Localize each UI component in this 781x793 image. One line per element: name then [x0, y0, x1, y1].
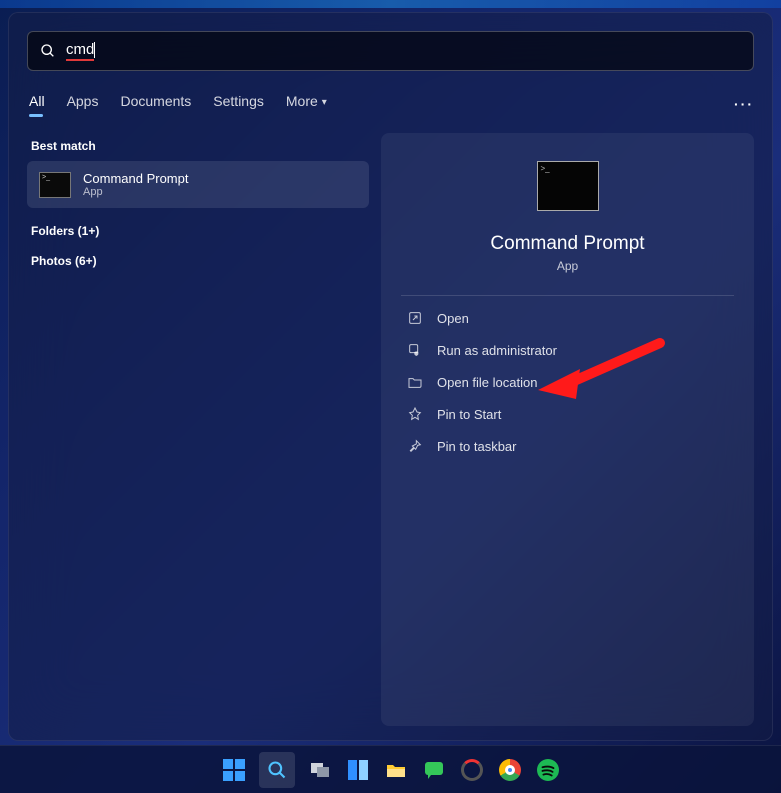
results-column: Best match Command Prompt App Folders (1…	[27, 133, 369, 726]
admin-shield-icon	[407, 342, 423, 358]
taskbar-widgets[interactable]	[345, 757, 371, 783]
spotify-icon	[537, 759, 559, 781]
cmd-icon	[39, 172, 71, 198]
action-label: Open	[437, 311, 469, 326]
taskbar-chat[interactable]	[421, 757, 447, 783]
taskbar	[0, 745, 781, 793]
pin-icon	[407, 406, 423, 422]
widgets-icon	[346, 758, 370, 782]
search-icon	[40, 43, 56, 59]
best-match-heading: Best match	[31, 139, 369, 153]
loading-ring-icon	[461, 759, 483, 781]
divider	[401, 295, 734, 296]
tab-documents[interactable]: Documents	[120, 93, 191, 115]
taskbar-app-generic[interactable]	[459, 757, 485, 783]
windows-logo-icon	[223, 759, 245, 781]
action-pin-start[interactable]: Pin to Start	[401, 398, 734, 430]
preview-pane: Command Prompt App Open Run as administr…	[381, 133, 754, 726]
search-input[interactable]: cmd	[66, 41, 741, 61]
action-open[interactable]: Open	[401, 302, 734, 334]
preview-title: Command Prompt	[490, 233, 644, 255]
action-open-location[interactable]: Open file location	[401, 366, 734, 398]
tab-all[interactable]: All	[29, 93, 45, 115]
taskbar-taskview[interactable]	[307, 757, 333, 783]
result-subtitle: App	[83, 186, 188, 198]
chevron-down-icon: ▾	[322, 97, 327, 108]
category-folders[interactable]: Folders (1+)	[31, 224, 365, 238]
action-label: Run as administrator	[437, 343, 557, 358]
overflow-menu-button[interactable]: ···	[734, 96, 754, 112]
chat-icon	[422, 758, 446, 782]
tab-more[interactable]: More▾	[286, 93, 327, 115]
action-label: Pin to Start	[437, 407, 501, 422]
open-icon	[407, 310, 423, 326]
taskbar-explorer[interactable]	[383, 757, 409, 783]
start-search-panel: cmd All Apps Documents Settings More▾ ··…	[8, 12, 773, 741]
window-top-stripe	[0, 0, 781, 8]
filter-tabs: All Apps Documents Settings More▾ ···	[29, 93, 754, 115]
search-box[interactable]: cmd	[27, 31, 754, 71]
result-title: Command Prompt	[83, 171, 188, 186]
taskview-icon	[308, 758, 332, 782]
action-label: Open file location	[437, 375, 537, 390]
taskbar-start[interactable]	[221, 757, 247, 783]
folder-icon	[407, 374, 423, 390]
action-run-admin[interactable]: Run as administrator	[401, 334, 734, 366]
chrome-icon	[499, 759, 521, 781]
category-photos[interactable]: Photos (6+)	[31, 254, 365, 268]
folder-icon	[384, 758, 408, 782]
preview-app-icon	[537, 161, 599, 211]
best-match-result[interactable]: Command Prompt App	[27, 161, 369, 208]
action-pin-taskbar[interactable]: Pin to taskbar	[401, 430, 734, 462]
pin-icon	[407, 438, 423, 454]
taskbar-search[interactable]	[259, 752, 295, 788]
taskbar-spotify[interactable]	[535, 757, 561, 783]
actions-list: Open Run as administrator Open file loca…	[401, 302, 734, 462]
tab-apps[interactable]: Apps	[67, 93, 99, 115]
action-label: Pin to taskbar	[437, 439, 517, 454]
tab-settings[interactable]: Settings	[213, 93, 264, 115]
search-icon	[267, 760, 287, 780]
preview-subtitle: App	[557, 259, 578, 273]
taskbar-chrome[interactable]	[497, 757, 523, 783]
